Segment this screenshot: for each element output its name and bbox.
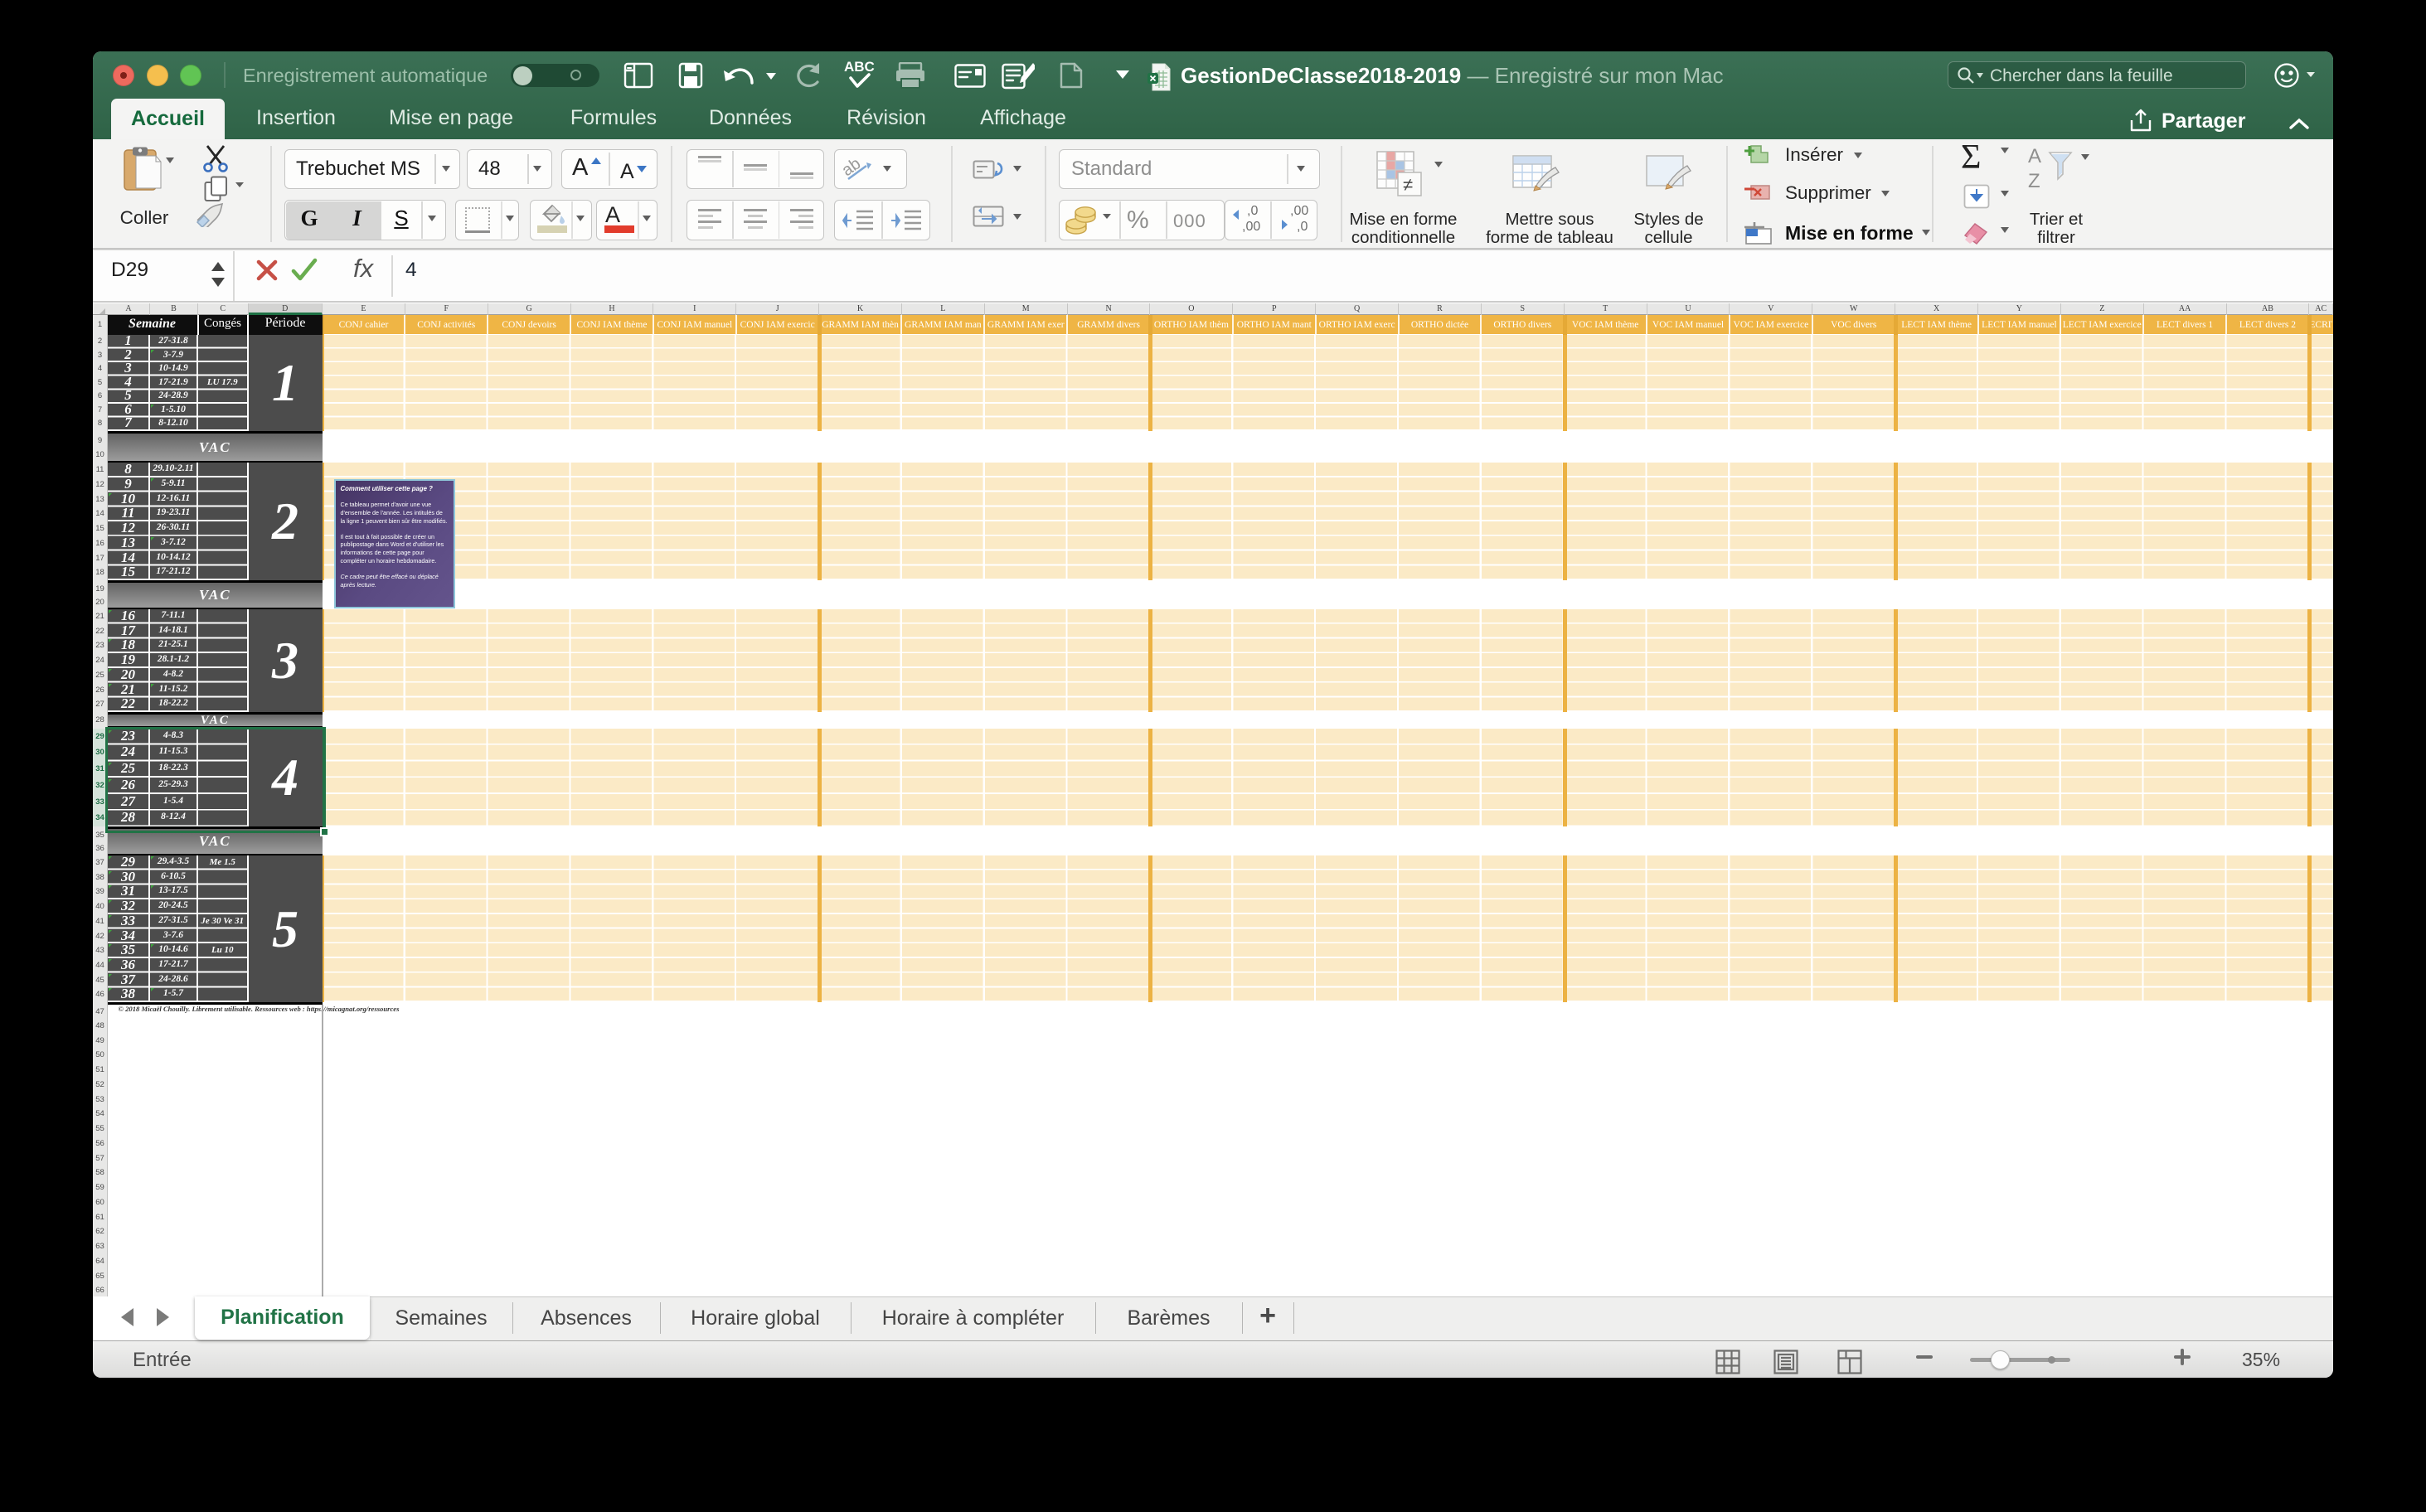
svg-text:Z: Z [2028, 170, 2040, 191]
svg-text:≠: ≠ [1403, 174, 1413, 195]
svg-text:A: A [2028, 145, 2041, 167]
svg-text:ABC: ABC [844, 60, 875, 75]
